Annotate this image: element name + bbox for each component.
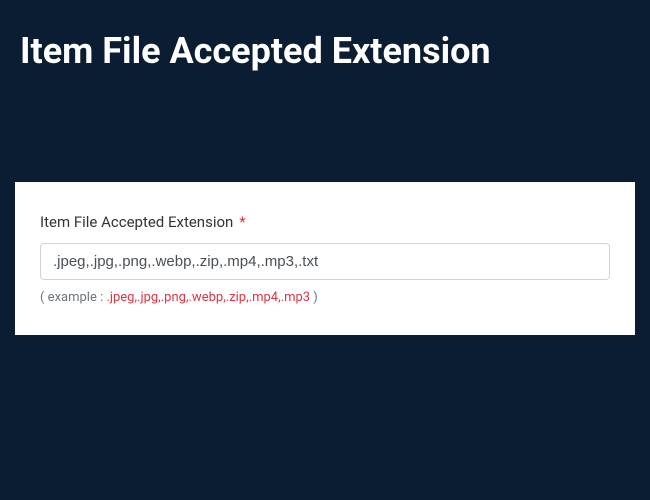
helper-example: .jpeg,.jpg,.png,.webp,.zip,.mp4,.mp3 xyxy=(106,290,310,305)
extension-helper-text: ( example : .jpeg,.jpg,.png,.webp,.zip,.… xyxy=(40,290,610,305)
form-card: Item File Accepted Extension * ( example… xyxy=(15,182,635,335)
extension-field-label: Item File Accepted Extension * xyxy=(40,212,246,231)
extension-field-group: Item File Accepted Extension * ( example… xyxy=(40,212,610,305)
helper-suffix: ) xyxy=(310,290,318,305)
helper-prefix: ( example : xyxy=(40,290,106,305)
extension-input[interactable] xyxy=(40,243,610,280)
page-title: Item File Accepted Extension xyxy=(0,0,650,82)
extension-label-text: Item File Accepted Extension xyxy=(40,213,233,231)
required-asterisk: * xyxy=(239,213,245,231)
